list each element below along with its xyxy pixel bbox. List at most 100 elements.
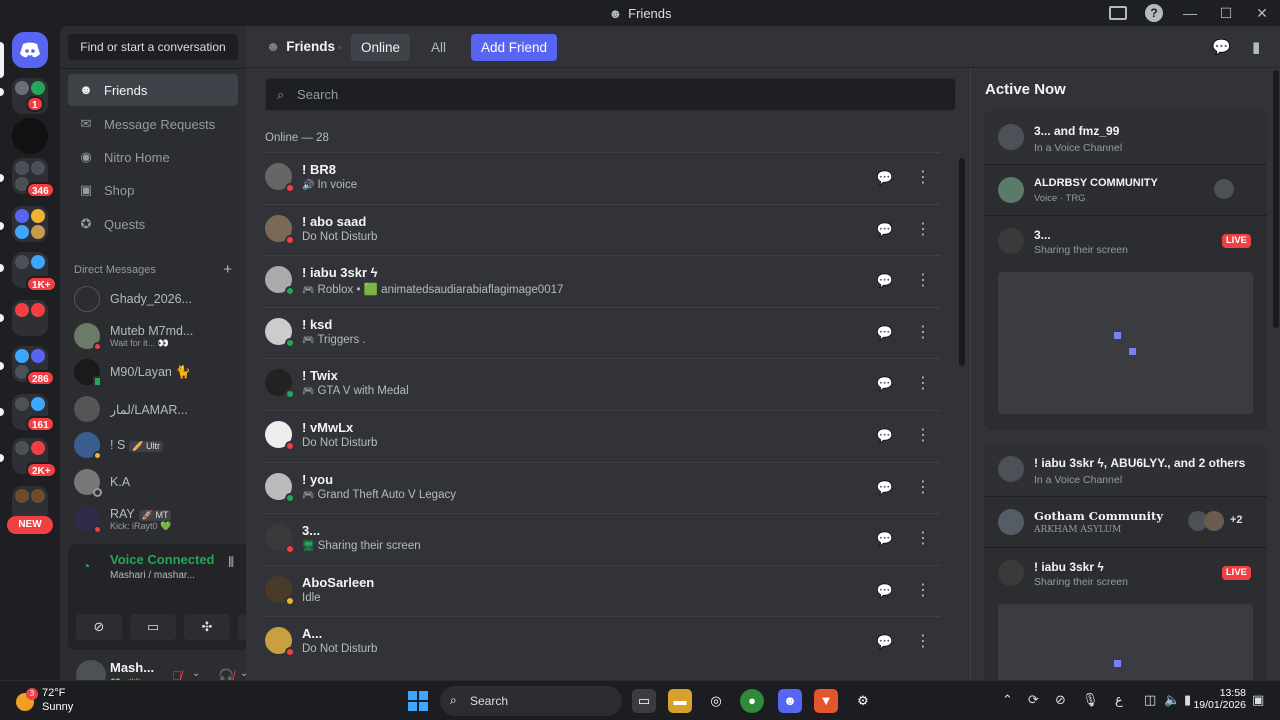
activity-card[interactable]: 3... and fmz_99 In a Voice Channel ALDRB… <box>984 110 1267 430</box>
home-button[interactable] <box>12 32 48 68</box>
help-icon[interactable]: ? <box>1145 4 1163 22</box>
friend-name: 3... <box>302 523 321 539</box>
dm-item[interactable]: Muteb M7md... Wait for it... 👀 <box>68 318 238 354</box>
more-options-icon[interactable]: ⋮ <box>910 423 936 449</box>
network-off-icon[interactable]: ⊘ <box>1055 692 1066 708</box>
scrollbar[interactable] <box>959 158 965 366</box>
clock[interactable]: 13:58 19/01/2026 <box>1193 687 1246 711</box>
nav-quests[interactable]: ✪ Quests <box>68 208 238 240</box>
tab-online[interactable]: Online <box>351 34 411 61</box>
chrome-icon[interactable]: ● <box>740 689 764 713</box>
message-icon[interactable]: 💬 <box>872 165 898 191</box>
bookmark-icon[interactable]: ▮ <box>1252 38 1260 56</box>
more-options-icon[interactable]: ⋮ <box>910 475 936 501</box>
nav-shop[interactable]: ▣ Shop <box>68 174 238 206</box>
microphone-icon[interactable]: 🎙 <box>1082 692 1099 708</box>
signal-icon[interactable]: ◔ <box>82 558 90 574</box>
wifi-icon[interactable]: ◫ <box>1144 692 1156 708</box>
new-group-dm-icon[interactable]: 💬 <box>1212 38 1231 56</box>
activities-button[interactable]: ✣ <box>184 614 230 640</box>
dm-item[interactable]: Ghady_2026... <box>68 281 238 317</box>
chevron-down-icon[interactable]: ⌄ <box>192 668 200 679</box>
friend-row[interactable]: AboSarleen Idle 💬 ⋮ <box>265 564 940 617</box>
stream-preview[interactable] <box>998 272 1253 414</box>
more-options-icon[interactable]: ⋮ <box>910 578 936 604</box>
search-input[interactable] <box>297 79 937 110</box>
nav-friends[interactable]: ☻ Friends <box>68 74 238 106</box>
tab-all[interactable]: All <box>421 34 456 61</box>
steam-icon[interactable]: ⚙ <box>851 689 875 713</box>
close-button[interactable]: ✕ <box>1244 5 1280 22</box>
add-friend-button[interactable]: Add Friend <box>471 34 558 61</box>
nav-nitro-home[interactable]: ◉ Nitro Home <box>68 141 238 173</box>
chevron-up-icon[interactable]: ⌃ <box>1002 692 1013 708</box>
dm-item[interactable]: لمار/LAMAR... <box>68 391 238 427</box>
dm-item[interactable]: M90/Layan 🐈 <box>68 354 238 390</box>
dm-item[interactable]: K.A <box>68 464 238 500</box>
more-options-icon[interactable]: ⋮ <box>910 268 936 294</box>
voice-server-row[interactable]: ALDRBSY COMMUNITY Voice · TRG <box>984 165 1267 215</box>
message-icon[interactable]: 💬 <box>872 629 898 655</box>
voice-server-row[interactable]: Gotham Community ARKHAM ASYLUM +2 <box>984 497 1267 547</box>
dm-item[interactable]: RAY 🚀 MT Kick: iRayt0 💚 <box>68 501 238 537</box>
brave-icon[interactable]: ▼ <box>814 689 838 713</box>
friend-row[interactable]: 3... 🖥 Sharing their screen 💬 ⋮ <box>265 513 940 565</box>
discord-taskbar-icon[interactable]: ☻ <box>778 689 802 713</box>
friend-row[interactable]: ! Twix 🎮 GTA V with Medal 💬 ⋮ <box>265 358 940 410</box>
find-conversation-button[interactable]: Find or start a conversation <box>68 34 238 60</box>
friend-row[interactable]: ! ksd 🎮 Triggers . 💬 ⋮ <box>265 306 940 359</box>
message-icon[interactable]: 💬 <box>872 475 898 501</box>
activity-card[interactable]: ! iabu 3skr ϟ, ABU6LYY., and 2 others In… <box>984 442 1267 692</box>
server-icon[interactable] <box>12 118 48 154</box>
stream-preview[interactable] <box>998 604 1253 692</box>
share-screen-button[interactable]: ▭ <box>130 614 176 640</box>
noise-suppression-icon[interactable]: ⦀ <box>228 554 234 571</box>
more-options-icon[interactable]: ⋮ <box>910 217 936 243</box>
minimize-button[interactable]: — <box>1172 5 1208 21</box>
dm-item[interactable]: ! S 🥖 Ultr <box>68 427 238 463</box>
notification-icon[interactable]: ▣ <box>1252 692 1264 708</box>
scrollbar[interactable] <box>1273 70 1279 328</box>
nav-message-requests[interactable]: ✉ Message Requests <box>68 108 238 140</box>
friend-row[interactable]: ! you 🎮 Grand Theft Auto V Legacy 💬 ⋮ <box>265 461 940 514</box>
message-icon[interactable]: 💬 <box>872 217 898 243</box>
friend-row[interactable]: ! abo saad Do Not Disturb 💬 ⋮ <box>265 203 940 256</box>
task-view-icon[interactable]: ▭ <box>632 689 656 713</box>
more-options-icon[interactable]: ⋮ <box>910 371 936 397</box>
screen-icon: 🖥 <box>302 541 315 553</box>
activity-header: 3... and fmz_99 In a Voice Channel <box>984 110 1267 164</box>
start-button[interactable] <box>408 691 428 711</box>
message-icon[interactable]: 💬 <box>872 268 898 294</box>
create-dm-icon[interactable]: + <box>223 262 232 277</box>
volume-icon[interactable]: 🔈 <box>1164 692 1180 708</box>
stream-row[interactable]: ! iabu 3skr ϟ Sharing their screen LIVE <box>984 548 1267 598</box>
avatar <box>74 469 102 497</box>
friend-row[interactable]: ! BR8 🔊 In voice 💬 ⋮ <box>265 152 940 204</box>
message-icon[interactable]: 💬 <box>872 371 898 397</box>
message-icon[interactable]: 💬 <box>872 526 898 552</box>
status-dnd <box>93 525 102 534</box>
friend-row[interactable]: A... Do Not Disturb 💬 ⋮ <box>265 616 940 668</box>
camera-off-button[interactable]: ⊘ <box>76 614 122 640</box>
stream-row[interactable]: 3... Sharing their screen LIVE <box>984 216 1267 266</box>
server-folder[interactable] <box>12 300 48 336</box>
inbox-icon[interactable] <box>1109 6 1127 20</box>
app-icon[interactable]: ◎ <box>704 689 728 713</box>
taskbar-search[interactable]: ⌕ Search <box>440 686 622 716</box>
input-language[interactable]: ع <box>1115 692 1123 708</box>
message-icon[interactable]: 💬 <box>872 578 898 604</box>
more-options-icon[interactable]: ⋮ <box>910 165 936 191</box>
server-folder[interactable] <box>12 206 48 242</box>
friend-row[interactable]: ! vMwLx Do Not Disturb 💬 ⋮ <box>265 410 940 462</box>
more-options-icon[interactable]: ⋮ <box>910 320 936 346</box>
more-options-icon[interactable]: ⋮ <box>910 629 936 655</box>
friends-search[interactable]: ⌕ <box>265 78 956 111</box>
friend-row[interactable]: ! iabu 3skr ϟ 🎮 Roblox • 🟩 animatedsaudiar… <box>265 255 940 307</box>
message-icon[interactable]: 💬 <box>872 423 898 449</box>
message-icon[interactable]: 💬 <box>872 320 898 346</box>
status-online <box>285 337 295 348</box>
more-options-icon[interactable]: ⋮ <box>910 526 936 552</box>
maximize-button[interactable]: ☐ <box>1208 5 1244 22</box>
sync-icon[interactable]: ⟳ <box>1028 692 1039 708</box>
file-explorer-icon[interactable]: ▬ <box>668 689 692 713</box>
